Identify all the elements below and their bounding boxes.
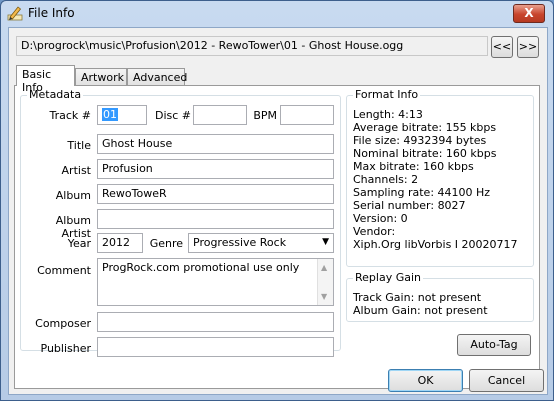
comment-value: ProgRock.com promotional use only [102, 261, 300, 274]
bpm-label: BPM [253, 109, 277, 122]
format-info-line: Channels: 2 [353, 173, 419, 186]
tab-advanced[interactable]: Advanced [127, 68, 187, 86]
comment-label: Comment [37, 264, 91, 277]
format-info-line: Version: 0 [353, 212, 408, 225]
format-info-line: Serial number: 8027 [353, 199, 466, 212]
tab-basic-info[interactable]: Basic Info [16, 65, 75, 94]
replay-gain-group: Replay Gain Track Gain: not present Albu… [346, 271, 534, 322]
bpm-input[interactable] [280, 105, 334, 125]
track-gain-text: Track Gain: not present [353, 291, 482, 304]
metadata-group: Metadata Track # 01 Disc # BPM Title Gho… [20, 88, 341, 357]
genre-select[interactable]: Progressive Rock ▼ [188, 233, 334, 253]
disc-input[interactable] [193, 105, 247, 125]
album-gain-text: Album Gain: not present [353, 304, 488, 317]
publisher-input[interactable] [97, 337, 334, 357]
tab-artwork[interactable]: Artwork [75, 68, 127, 86]
replay-gain-group-title: Replay Gain [353, 271, 423, 284]
scroll-up-icon[interactable]: ▲ [321, 263, 327, 272]
genre-label: Genre [149, 237, 183, 250]
auto-tag-button[interactable]: Auto-Tag [457, 334, 531, 356]
year-input[interactable]: 2012 [97, 233, 143, 253]
dialog-body: D:\progrock\music\Profusion\2012 - RewoT… [8, 27, 548, 395]
ok-button[interactable]: OK [388, 369, 463, 392]
pencil-icon [7, 6, 23, 21]
format-info-group: Format Info Length: 4:13 Average bitrate… [346, 88, 534, 267]
format-info-group-title: Format Info [353, 88, 421, 101]
format-info-line: Vendor: [353, 225, 396, 238]
window-title: File Info [28, 6, 75, 20]
title-bar[interactable]: File Info X [1, 1, 553, 25]
previous-file-button[interactable]: << [491, 36, 513, 58]
format-info-line: Average bitrate: 155 kbps [353, 121, 497, 134]
composer-input[interactable] [97, 312, 334, 332]
track-value: 01 [102, 108, 118, 121]
basic-info-panel: Metadata Track # 01 Disc # BPM Title Gho… [14, 85, 540, 389]
format-info-line: File size: 4932394 bytes [353, 134, 487, 147]
year-label: Year [67, 237, 91, 250]
disc-label: Disc # [154, 109, 191, 122]
album-label: Album [55, 189, 91, 202]
chevron-down-icon[interactable]: ▼ [322, 237, 329, 247]
artist-label: Artist [61, 164, 91, 177]
file-info-window: File Info X D:\progrock\music\Profusion\… [0, 0, 554, 401]
genre-value: Progressive Rock [193, 236, 287, 249]
format-info-line: Xiph.Org libVorbis I 20020717 [353, 238, 518, 251]
album-input[interactable]: RewoToweR [97, 184, 334, 204]
comment-textarea[interactable]: ProgRock.com promotional use only ▲ ▼ [97, 258, 334, 306]
title-input[interactable]: Ghost House [97, 134, 334, 154]
close-button[interactable]: X [513, 4, 545, 23]
next-file-button[interactable]: >> [517, 36, 539, 58]
composer-label: Composer [35, 317, 91, 330]
track-input[interactable]: 01 [97, 105, 147, 125]
comment-scrollbar[interactable]: ▲ ▼ [317, 259, 333, 305]
format-info-line: Length: 4:13 [353, 108, 423, 121]
cancel-button[interactable]: Cancel [469, 369, 544, 392]
format-info-line: Max bitrate: 160 kbps [353, 160, 474, 173]
album-artist-input[interactable] [97, 209, 334, 229]
format-info-line: Sampling rate: 44100 Hz [353, 186, 491, 199]
publisher-label: Publisher [40, 342, 92, 355]
title-label: Title [67, 139, 91, 152]
format-info-line: Nominal bitrate: 160 kbps [353, 147, 497, 160]
file-path-field[interactable]: D:\progrock\music\Profusion\2012 - RewoT… [16, 36, 488, 56]
track-label: Track # [49, 109, 92, 122]
artist-input[interactable]: Profusion [97, 159, 334, 179]
scroll-down-icon[interactable]: ▼ [321, 292, 327, 301]
